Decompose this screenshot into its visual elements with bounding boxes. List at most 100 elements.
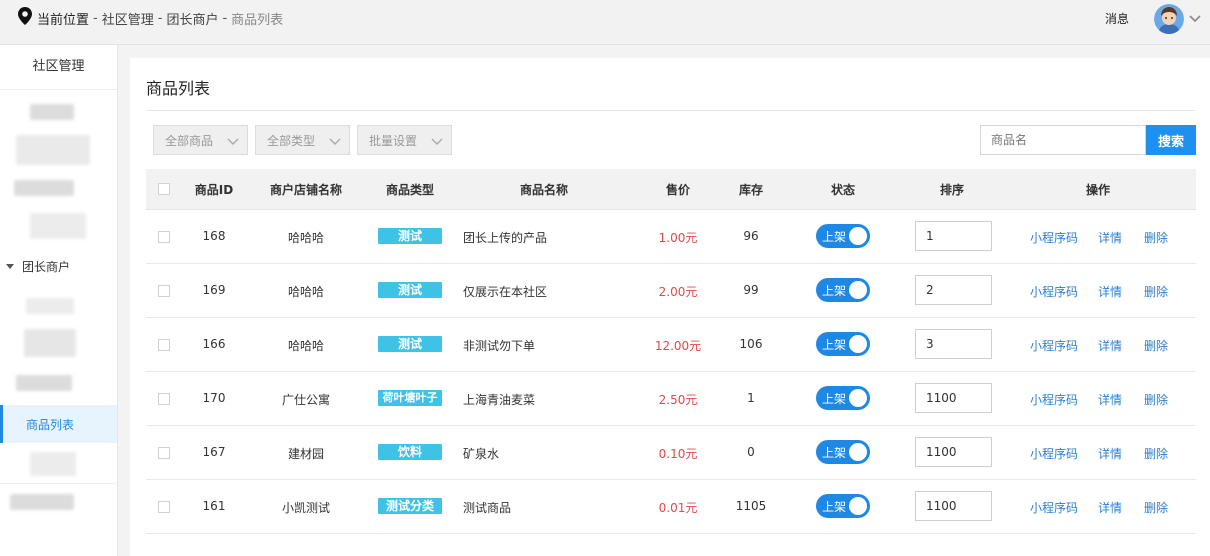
breadcrumb-item-product-list: 商品列表 xyxy=(231,12,284,28)
sidebar-item-blurred[interactable] xyxy=(26,298,74,314)
detail-link[interactable]: 详情 xyxy=(1098,499,1122,516)
row-checkbox[interactable] xyxy=(158,393,170,405)
table-header: 商品ID 商户店铺名称 商品类型 商品名称 售价 库存 状态 排序 操作 xyxy=(146,169,1196,210)
title-divider xyxy=(146,110,1196,111)
status-label: 上架 xyxy=(822,392,847,406)
search-button[interactable]: 搜索 xyxy=(1146,125,1196,155)
sort-input[interactable] xyxy=(915,329,992,359)
cell-stock: 99 xyxy=(743,283,759,297)
sort-input[interactable] xyxy=(915,221,992,251)
sort-input[interactable] xyxy=(915,275,992,305)
sort-input[interactable] xyxy=(915,437,992,467)
filter-all-types[interactable]: 全部类型 xyxy=(255,125,350,155)
cell-name: 非测试勿下单 xyxy=(463,339,536,353)
cell-name: 上海青油麦菜 xyxy=(463,393,536,407)
chevron-down-icon xyxy=(227,135,239,149)
cell-shop: 广仕公寓 xyxy=(281,393,331,407)
row-checkbox[interactable] xyxy=(158,447,170,459)
chevron-down-icon[interactable] xyxy=(1189,12,1201,26)
detail-link[interactable]: 详情 xyxy=(1098,391,1122,408)
filter-all-products[interactable]: 全部商品 xyxy=(153,125,248,155)
cell-price: 12.00元 xyxy=(654,339,702,353)
breadcrumb-separator: - xyxy=(157,10,163,26)
detail-link[interactable]: 详情 xyxy=(1098,229,1122,246)
status-toggle[interactable]: 上架 xyxy=(816,278,870,302)
sidebar-item-blurred[interactable] xyxy=(24,329,76,357)
detail-link[interactable]: 详情 xyxy=(1098,283,1122,300)
type-tag: 测试 xyxy=(378,228,442,244)
type-tag: 荷叶塘叶子 xyxy=(378,390,442,406)
delete-link[interactable]: 删除 xyxy=(1144,445,1168,462)
sort-input[interactable] xyxy=(915,491,992,521)
sidebar-item-blurred[interactable] xyxy=(30,104,74,120)
breadcrumb-item-community[interactable]: 社区管理 xyxy=(102,9,154,28)
cell-id: 167 xyxy=(202,445,226,459)
header-shop: 商户店铺名称 xyxy=(269,183,343,197)
cell-id: 168 xyxy=(202,229,226,243)
detail-link[interactable]: 详情 xyxy=(1098,445,1122,462)
type-tag: 测试 xyxy=(378,336,442,352)
qrcode-link[interactable]: 小程序码 xyxy=(1030,445,1078,462)
row-checkbox[interactable] xyxy=(158,501,170,513)
messages-link[interactable]: 消息 xyxy=(1105,10,1129,27)
main-panel: 商品列表 全部商品 全部类型 批量设置 搜索 商品ID 商户店铺名称 商品类型 … xyxy=(130,58,1210,556)
header-name: 商品名称 xyxy=(519,183,569,197)
status-toggle[interactable]: 上架 xyxy=(816,386,870,410)
breadcrumb: 当前位置 - 社区管理 - 团长商户 - 商品列表 xyxy=(18,0,283,36)
sidebar-item-blurred[interactable] xyxy=(16,375,72,391)
toggle-knob xyxy=(849,497,867,515)
sidebar-item-blurred[interactable] xyxy=(30,452,76,476)
delete-link[interactable]: 删除 xyxy=(1144,337,1168,354)
row-checkbox[interactable] xyxy=(158,339,170,351)
status-toggle[interactable]: 上架 xyxy=(816,494,870,518)
cell-shop: 建材园 xyxy=(287,447,325,461)
delete-link[interactable]: 删除 xyxy=(1144,499,1168,516)
qrcode-link[interactable]: 小程序码 xyxy=(1030,337,1078,354)
delete-link[interactable]: 删除 xyxy=(1144,283,1168,300)
cell-price: 0.10元 xyxy=(658,447,698,461)
search-input[interactable] xyxy=(980,125,1146,155)
sidebar-item-product-list[interactable]: 商品列表 xyxy=(0,405,117,443)
select-all-checkbox[interactable] xyxy=(158,183,170,195)
delete-link[interactable]: 删除 xyxy=(1144,229,1168,246)
breadcrumb-item-merchant[interactable]: 团长商户 xyxy=(166,9,218,28)
detail-link[interactable]: 详情 xyxy=(1098,337,1122,354)
top-bar: 当前位置 - 社区管理 - 团长商户 - 商品列表 消息 xyxy=(0,0,1210,45)
status-toggle[interactable]: 上架 xyxy=(816,332,870,356)
toggle-knob xyxy=(849,389,867,407)
row-checkbox[interactable] xyxy=(158,231,170,243)
status-label: 上架 xyxy=(822,230,847,244)
status-label: 上架 xyxy=(822,500,847,514)
location-pin-icon xyxy=(18,7,32,29)
status-toggle[interactable]: 上架 xyxy=(816,440,870,464)
cell-name: 测试商品 xyxy=(463,501,512,515)
row-checkbox[interactable] xyxy=(158,285,170,297)
qrcode-link[interactable]: 小程序码 xyxy=(1030,229,1078,246)
filter-bulk-settings[interactable]: 批量设置 xyxy=(357,125,452,155)
sidebar-item-blurred[interactable] xyxy=(10,494,74,510)
header-id: 商品ID xyxy=(194,183,234,197)
sidebar-item-blurred[interactable] xyxy=(16,135,90,165)
qrcode-link[interactable]: 小程序码 xyxy=(1030,499,1078,516)
toggle-knob xyxy=(849,443,867,461)
qrcode-link[interactable]: 小程序码 xyxy=(1030,391,1078,408)
qrcode-link[interactable]: 小程序码 xyxy=(1030,283,1078,300)
breadcrumb-separator: - xyxy=(222,10,228,26)
header-sort: 排序 xyxy=(939,183,965,197)
sidebar-group-merchant[interactable]: 团长商户 xyxy=(6,258,70,275)
toggle-knob xyxy=(849,281,867,299)
sidebar-item-blurred[interactable] xyxy=(30,213,86,239)
chevron-down-icon xyxy=(431,135,443,149)
status-label: 上架 xyxy=(822,338,847,352)
status-toggle[interactable]: 上架 xyxy=(816,224,870,248)
user-avatar-icon[interactable] xyxy=(1154,4,1184,34)
caret-down-icon xyxy=(6,264,14,269)
sort-input[interactable] xyxy=(915,383,992,413)
cell-stock: 96 xyxy=(743,229,759,243)
sidebar-title[interactable]: 社区管理 xyxy=(0,45,117,90)
delete-link[interactable]: 删除 xyxy=(1144,391,1168,408)
cell-id: 166 xyxy=(202,337,226,351)
cell-name: 矿泉水 xyxy=(463,447,500,461)
cell-name: 团长上传的产品 xyxy=(463,231,548,245)
sidebar-item-blurred[interactable] xyxy=(14,180,74,196)
